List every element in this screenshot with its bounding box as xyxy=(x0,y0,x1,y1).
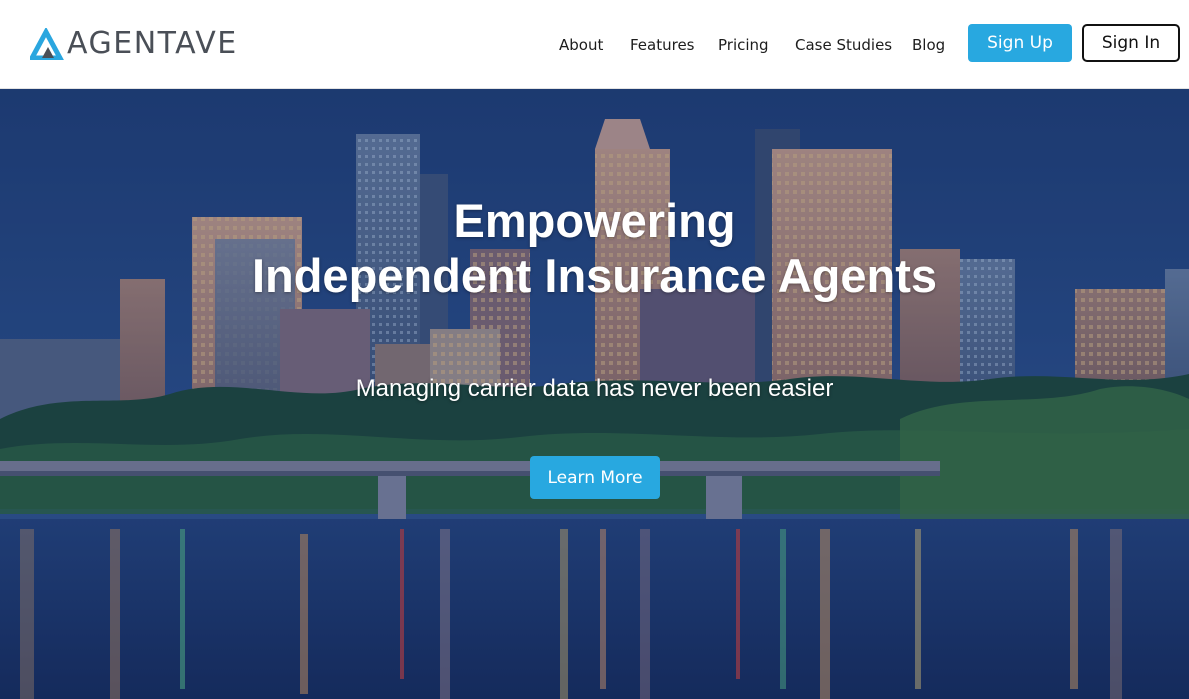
hero-title: Empowering Independent Insurance Agents xyxy=(0,193,1189,303)
site-header: AGENTAVE About Features Pricing Case Stu… xyxy=(0,0,1189,89)
hero-section: Empowering Independent Insurance Agents … xyxy=(0,89,1189,699)
nav-link-pricing[interactable]: Pricing xyxy=(718,33,769,57)
hero-title-line-2: Independent Insurance Agents xyxy=(251,249,938,302)
sign-in-button[interactable]: Sign In xyxy=(1082,24,1180,62)
nav-link-features[interactable]: Features xyxy=(630,33,695,57)
hero-title-line-1: Empowering xyxy=(453,194,736,247)
nav-link-blog[interactable]: Blog xyxy=(912,33,945,57)
learn-more-button[interactable]: Learn More xyxy=(530,456,660,499)
sign-up-button[interactable]: Sign Up xyxy=(968,24,1072,62)
brand-logo[interactable]: AGENTAVE xyxy=(30,28,238,60)
nav-link-case-studies[interactable]: Case Studies xyxy=(795,33,892,57)
hero-subtitle: Managing carrier data has never been eas… xyxy=(355,375,834,402)
nav-link-about[interactable]: About xyxy=(559,33,603,57)
brand-name: AGENTAVE xyxy=(67,26,238,61)
triangle-logo-icon xyxy=(30,28,64,60)
